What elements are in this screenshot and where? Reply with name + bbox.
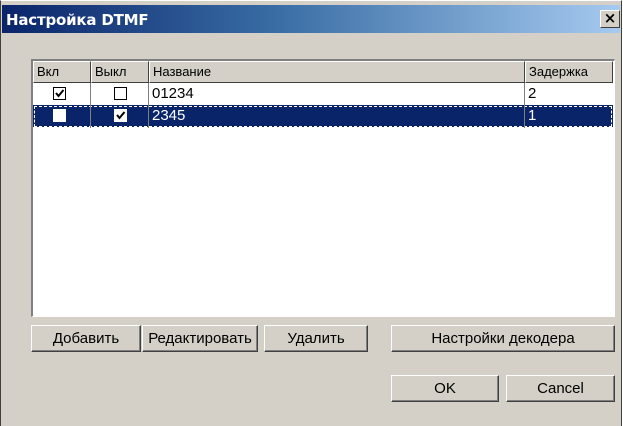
add-button[interactable]: Добавить [31,325,141,352]
row-2-off-checkbox[interactable] [114,109,127,122]
dtmf-settings-dialog: Настройка DTMF × Вкл Выкл Название Задер… [0,0,622,426]
column-divider [524,83,525,128]
close-icon: × [603,9,617,27]
edit-button[interactable]: Редактировать [142,325,258,352]
cancel-button[interactable]: Cancel [506,375,615,402]
column-header-name[interactable]: Название [149,61,525,83]
table-row[interactable]: 01234 2 [33,83,613,105]
row-1-off-checkbox[interactable] [114,87,127,100]
checkmark-icon [116,111,126,120]
table-row-selected[interactable]: 2345 1 [33,105,613,127]
row-2-delay: 1 [528,107,537,124]
checkmark-icon [55,89,65,98]
row-2-name: 2345 [152,107,186,124]
row-1-name: 01234 [152,85,194,102]
delete-button[interactable]: Удалить [264,325,368,352]
column-header-delay[interactable]: Задержка [525,61,613,83]
ok-button[interactable]: OK [391,375,499,402]
column-header-off[interactable]: Выкл [91,61,149,83]
window-title: Настройка DTMF [6,11,149,29]
decoder-settings-button[interactable]: Настройки декодера [391,325,615,352]
row-2-on-checkbox[interactable] [53,109,66,122]
column-divider [148,83,149,128]
title-bar[interactable]: Настройка DTMF × [2,5,620,33]
row-1-delay: 2 [528,85,537,102]
column-header-on[interactable]: Вкл [33,61,91,83]
row-1-on-checkbox[interactable] [53,87,66,100]
close-button[interactable]: × [600,10,620,28]
column-divider [90,83,91,128]
dtmf-list[interactable]: Вкл Выкл Название Задержка 01234 2 2345 … [31,59,615,317]
